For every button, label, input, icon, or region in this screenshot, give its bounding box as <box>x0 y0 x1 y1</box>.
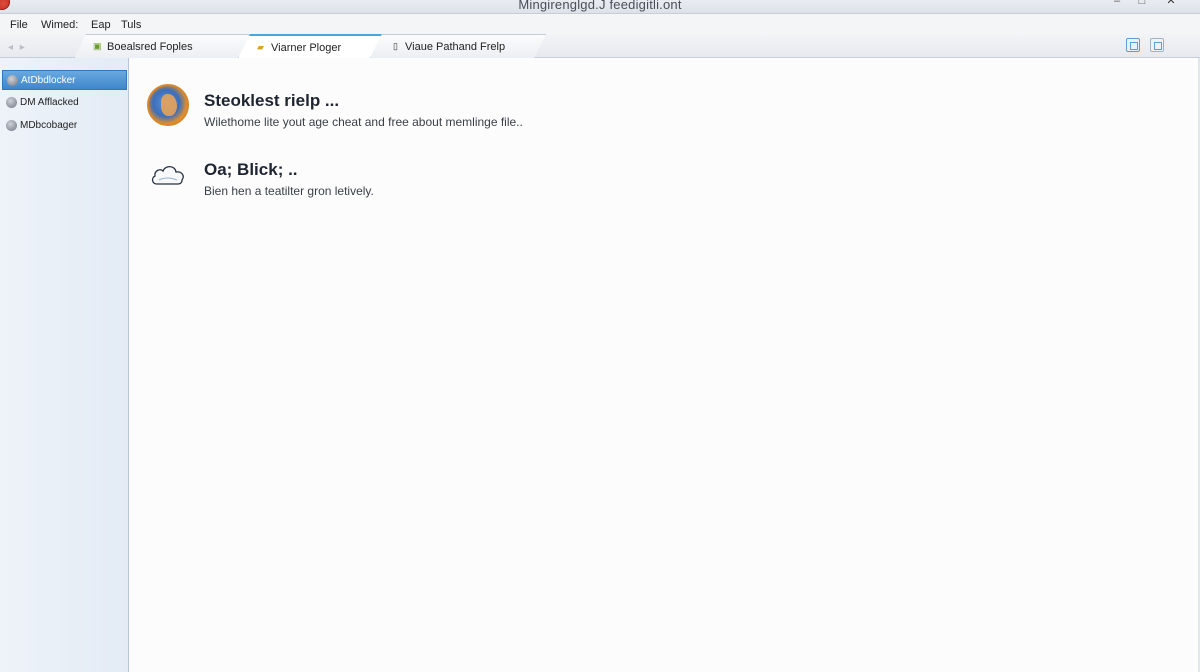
menu-eap[interactable]: Eap <box>91 19 111 31</box>
document-icon[interactable] <box>1150 38 1164 52</box>
menu-file[interactable]: File <box>10 19 28 31</box>
disk-icon <box>6 120 17 131</box>
window-title: Mingirenglgd.J feedigitli.ont <box>518 0 682 12</box>
tab-label: Viaue Pathand Frelp <box>405 41 506 53</box>
sidebar-item-mdbcobager[interactable]: MDbcobager <box>2 116 127 136</box>
maximize-icon[interactable]: □ <box>1135 0 1149 8</box>
entry-title[interactable]: Steoklest rielp ... <box>204 91 339 111</box>
menu-bar: File Wimed: Eap Tuls <box>0 14 1200 34</box>
globe-icon <box>147 84 189 126</box>
entry-description: Bien hen a teatilter gron letively. <box>204 184 374 198</box>
sidebar-item-label: AtDbdlocker <box>21 75 76 86</box>
menu-tools[interactable]: Tuls <box>121 19 141 31</box>
tab-viarner-ploger[interactable]: ▰ Viarner Ploger <box>238 34 382 58</box>
folder-icon: ▣ <box>93 41 102 51</box>
sidebar-item-label: DM Afflacked <box>20 97 79 108</box>
nav-arrows-icon[interactable]: ◂ ▸ <box>8 42 52 53</box>
disk-icon <box>6 97 17 108</box>
folder-icon: ▰ <box>257 42 264 52</box>
sidebar-item-atdbdlocker[interactable]: AtDbdlocker <box>2 70 127 90</box>
disk-icon <box>7 75 18 86</box>
save-icon[interactable] <box>1126 38 1140 52</box>
tab-boealsred-foples[interactable]: ▣ Boealsred Foples <box>74 34 250 58</box>
cloud-icon <box>151 165 184 185</box>
sidebar-item-dm-afflacked[interactable]: DM Afflacked <box>2 93 127 113</box>
document-icon: ▯ <box>393 41 398 51</box>
sidebar-item-label: MDbcobager <box>20 120 78 131</box>
close-icon[interactable]: ✕ <box>1164 0 1178 8</box>
entry-title[interactable]: Oa; Blick; .. <box>204 160 298 180</box>
tab-bar: ◂ ▸ ▣ Boealsred Foples ▰ Viarner Ploger … <box>0 34 1200 58</box>
menu-window[interactable]: Wimed: <box>41 19 78 31</box>
sidebar: AtDbdlocker DM Afflacked MDbcobager <box>0 58 129 672</box>
tab-label: Viarner Ploger <box>271 42 342 54</box>
tab-viaue-pathand-frelp[interactable]: ▯ Viaue Pathand Frelp <box>370 34 546 58</box>
title-bar: Mingirenglgd.J feedigitli.ont – □ ✕ <box>0 0 1200 14</box>
entry-description: Wilethome lite yout age cheat and free a… <box>204 115 523 129</box>
main-content: Steoklest rielp ... Wilethome lite yout … <box>129 58 1200 672</box>
tab-label: Boealsred Foples <box>107 41 193 53</box>
minimize-icon[interactable]: – <box>1110 0 1124 8</box>
app-window: Mingirenglgd.J feedigitli.ont – □ ✕ File… <box>0 0 1200 672</box>
